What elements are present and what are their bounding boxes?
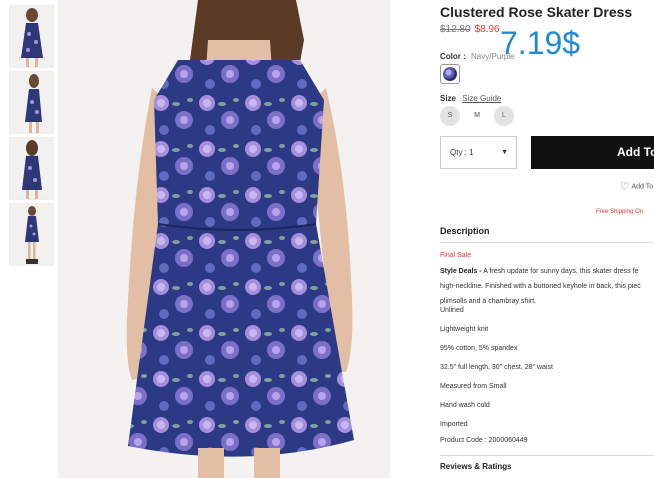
style-deals-line-3: plimsolls and a chambray shirt. xyxy=(440,298,537,305)
reviews-divider xyxy=(440,455,654,456)
add-to-bag-button[interactable]: Add To xyxy=(531,136,654,169)
style-deals-line-1: Style Deals - A fresh update for sunny d… xyxy=(440,264,654,279)
size-option-m[interactable]: M xyxy=(467,106,487,126)
price-block: $12.80 $8.96 xyxy=(440,24,500,35)
add-to-wishlist-link[interactable]: ♡ Add To xyxy=(620,180,653,193)
quantity-label: Qty : 1 xyxy=(450,148,474,157)
product-code: Product Code : 2000060449 xyxy=(440,437,528,444)
style-deals-line-1-text: A fresh update for sunny days, this skat… xyxy=(483,268,639,275)
spec-item: Hand wash cold xyxy=(440,402,490,409)
color-swatch-navy-purple[interactable] xyxy=(440,64,460,84)
spec-item: 95% cotton, 5% spandex xyxy=(440,345,518,352)
sale-price: $8.96 xyxy=(474,24,500,35)
color-label-separator: : xyxy=(463,52,466,61)
product-title: Clustered Rose Skater Dress xyxy=(440,4,633,20)
spec-item: Lightweight knit xyxy=(440,326,489,333)
free-shipping-note: Free Shipping On xyxy=(596,209,644,215)
style-deals-line-2: high-neckline. Finished with a buttoned … xyxy=(440,283,641,290)
spec-item: Imported xyxy=(440,421,468,428)
original-price: $12.80 xyxy=(440,24,471,35)
swatch-pattern xyxy=(443,67,457,81)
size-option-l[interactable]: L xyxy=(494,106,514,126)
final-sale-label: Final Sale xyxy=(440,252,472,259)
caret-down-icon: ▼ xyxy=(501,149,508,156)
size-label: Size xyxy=(440,94,457,103)
style-deals-label: Style Deals - xyxy=(440,268,482,275)
spec-item: 32.5" full length, 30" chest, 28" waist xyxy=(440,364,553,371)
size-label-row: Size Size Guide xyxy=(440,94,501,103)
product-details-panel: Clustered Rose Skater Dress $12.80 $8.96 … xyxy=(440,0,654,478)
heart-outline-icon: ♡ xyxy=(620,181,630,193)
color-label-row: Color : Navy/Purple xyxy=(440,52,515,61)
color-label: Color xyxy=(440,52,461,61)
style-deals-text: Style Deals - A fresh update for sunny d… xyxy=(440,264,654,309)
wishlist-label: Add To xyxy=(631,183,654,191)
description-heading[interactable]: Description xyxy=(440,226,490,236)
thumbnail-full-length-view[interactable] xyxy=(9,203,54,266)
description-divider xyxy=(440,242,654,243)
thumbnail-back-view[interactable] xyxy=(9,137,54,200)
color-value: Navy/Purple xyxy=(471,52,515,61)
size-option-s[interactable]: S xyxy=(440,106,460,126)
spec-item: Measured from Small xyxy=(440,383,507,390)
thumbnail-side-view[interactable] xyxy=(9,71,54,134)
size-guide-link[interactable]: Size Guide xyxy=(462,94,501,103)
main-product-image[interactable] xyxy=(58,0,390,478)
quantity-select[interactable]: Qty : 1 ▼ xyxy=(440,136,517,169)
spec-item: Unlined xyxy=(440,307,464,314)
reviews-heading[interactable]: Reviews & Ratings xyxy=(440,462,512,471)
thumbnail-gallery xyxy=(9,5,54,269)
thumbnail-front-view[interactable] xyxy=(9,5,54,68)
